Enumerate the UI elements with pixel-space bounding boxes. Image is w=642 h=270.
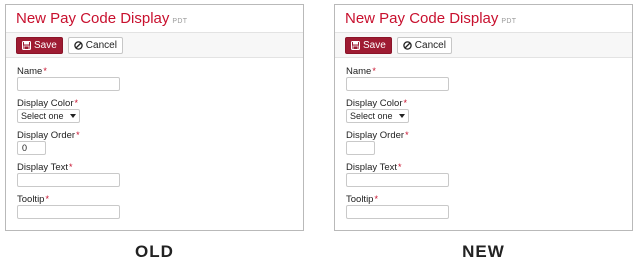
- cancel-button[interactable]: Cancel: [396, 36, 452, 54]
- display-order-input[interactable]: 0: [17, 141, 46, 155]
- cancel-button[interactable]: Cancel: [67, 36, 123, 54]
- form-body: Name* Display Color* Select one Display …: [6, 58, 303, 219]
- ban-circle-icon: [74, 40, 83, 50]
- display-text-label: Display Text*: [17, 161, 293, 173]
- display-color-label-text: Display Color: [17, 98, 74, 109]
- save-button[interactable]: Save: [345, 36, 392, 54]
- tooltip-label-text: Tooltip: [17, 194, 45, 205]
- cancel-label: Cancel: [85, 39, 117, 51]
- display-color-label-text: Display Color: [346, 98, 403, 109]
- name-label-text: Name: [17, 66, 43, 77]
- form-body: Name* Display Color* Select one Display …: [335, 58, 632, 219]
- name-input[interactable]: [346, 77, 449, 91]
- chevron-down-icon: [399, 114, 405, 118]
- display-text-label-text: Display Text: [346, 162, 398, 173]
- display-order-field-group: Display Order*: [346, 129, 622, 155]
- form-toolbar: Save Cancel: [6, 32, 303, 58]
- required-marker: *: [372, 66, 376, 76]
- display-order-field-group: Display Order* 0: [17, 129, 293, 155]
- required-marker: *: [45, 194, 49, 204]
- name-label: Name*: [17, 65, 293, 77]
- display-order-label-text: Display Order: [17, 130, 76, 141]
- cancel-label: Cancel: [414, 39, 446, 51]
- display-order-input[interactable]: [346, 141, 375, 155]
- tooltip-label-text: Tooltip: [346, 194, 374, 205]
- display-text-field-group: Display Text*: [17, 161, 293, 187]
- required-marker: *: [69, 162, 73, 172]
- display-text-input[interactable]: [346, 173, 449, 187]
- required-marker: *: [76, 130, 80, 140]
- tooltip-input[interactable]: [17, 205, 120, 219]
- form-toolbar: Save Cancel: [335, 32, 632, 58]
- display-color-value: Select one: [350, 111, 393, 121]
- chevron-down-icon: [70, 114, 76, 118]
- display-color-field-group: Display Color* Select one: [346, 97, 622, 123]
- required-marker: *: [405, 130, 409, 140]
- display-color-select[interactable]: Select one: [17, 109, 80, 123]
- display-color-select[interactable]: Select one: [346, 109, 409, 123]
- save-button[interactable]: Save: [16, 36, 63, 54]
- ban-circle-icon: [403, 40, 412, 50]
- required-marker: *: [398, 162, 402, 172]
- display-color-label: Display Color*: [346, 97, 622, 109]
- timezone-label: PDT: [172, 18, 188, 25]
- save-label: Save: [363, 39, 386, 51]
- form-title: New Pay Code Display: [345, 10, 499, 27]
- floppy-disk-icon: [351, 40, 360, 50]
- display-color-value: Select one: [21, 111, 64, 121]
- tooltip-field-group: Tooltip*: [17, 193, 293, 219]
- required-marker: *: [43, 66, 47, 76]
- display-text-label-text: Display Text: [17, 162, 69, 173]
- name-label-text: Name: [346, 66, 372, 77]
- old-caption: OLD: [135, 242, 174, 261]
- new-form-panel: New Pay Code Display PDT Save Cancel Name…: [334, 4, 633, 231]
- required-marker: *: [74, 98, 79, 108]
- save-label: Save: [34, 39, 57, 51]
- display-order-label-text: Display Order: [346, 130, 405, 141]
- floppy-disk-icon: [22, 40, 31, 50]
- name-field-group: Name*: [17, 65, 293, 91]
- required-marker: *: [403, 98, 408, 108]
- tooltip-field-group: Tooltip*: [346, 193, 622, 219]
- display-text-field-group: Display Text*: [346, 161, 622, 187]
- required-marker: *: [374, 194, 378, 204]
- tooltip-label: Tooltip*: [346, 193, 622, 205]
- name-input[interactable]: [17, 77, 120, 91]
- name-label: Name*: [346, 65, 622, 77]
- name-field-group: Name*: [346, 65, 622, 91]
- display-order-label: Display Order*: [346, 129, 622, 141]
- display-text-label: Display Text*: [346, 161, 622, 173]
- tooltip-label: Tooltip*: [17, 193, 293, 205]
- display-color-field-group: Display Color* Select one: [17, 97, 293, 123]
- timezone-label: PDT: [501, 18, 517, 25]
- display-color-label: Display Color*: [17, 97, 293, 109]
- form-title: New Pay Code Display: [16, 10, 170, 27]
- old-form-panel: New Pay Code Display PDT Save Cancel Name…: [5, 4, 304, 231]
- new-caption: NEW: [462, 242, 505, 261]
- display-order-label: Display Order*: [17, 129, 293, 141]
- form-header: New Pay Code Display PDT: [335, 5, 632, 32]
- display-text-input[interactable]: [17, 173, 120, 187]
- form-header: New Pay Code Display PDT: [6, 5, 303, 32]
- tooltip-input[interactable]: [346, 205, 449, 219]
